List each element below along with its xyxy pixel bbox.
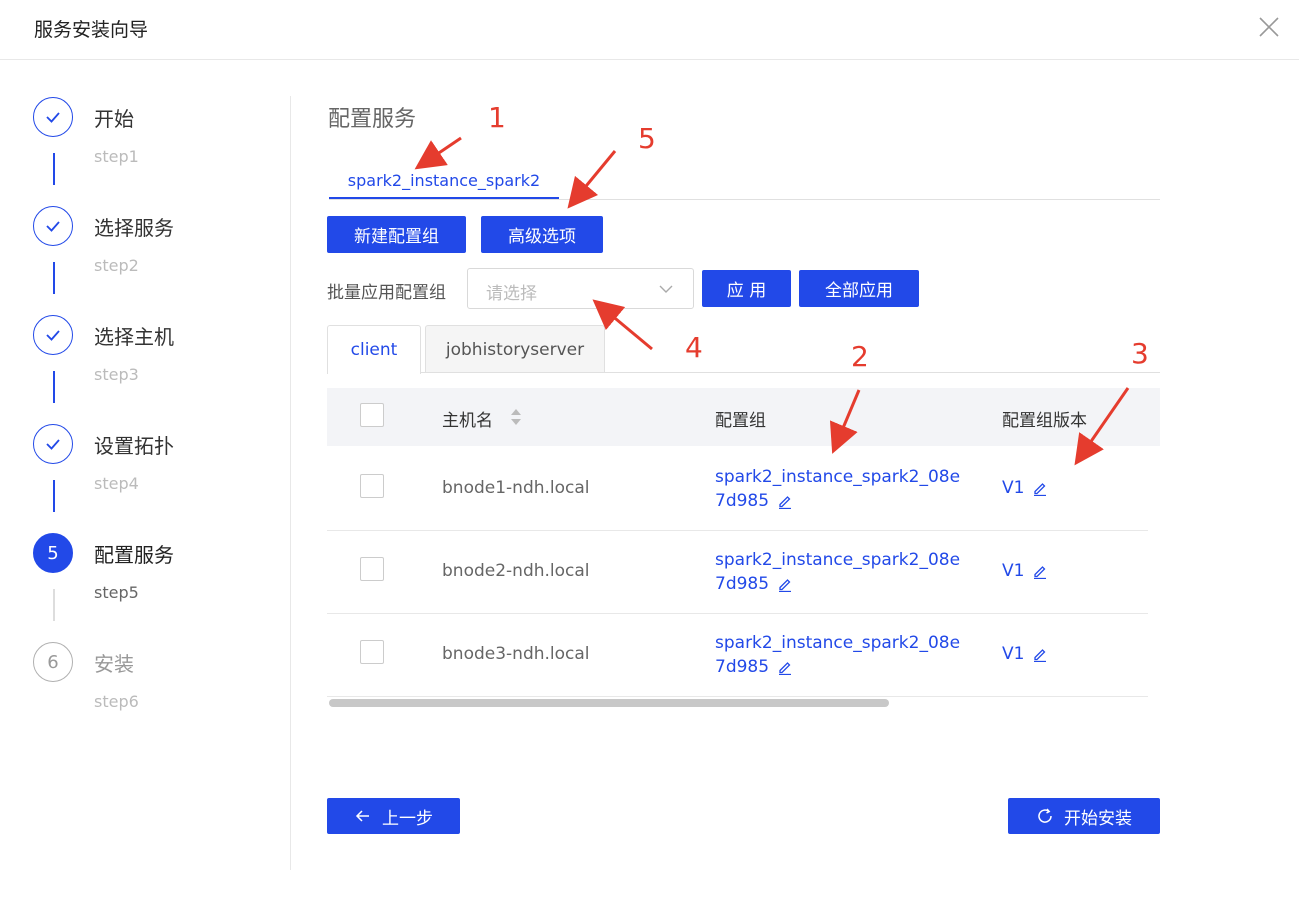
- annotation-arrow-4: [592, 299, 653, 351]
- annotation-label-4: 4: [685, 331, 703, 364]
- annotation-label-3: 3: [1131, 337, 1149, 370]
- annotation-arrow-3: [1074, 387, 1130, 466]
- annotation-label-2: 2: [851, 340, 869, 373]
- annotation-label-5: 5: [638, 122, 656, 155]
- annotation-arrow-1: [414, 136, 462, 170]
- annotation-arrow-2: [829, 389, 861, 454]
- annotation-label-1: 1: [488, 101, 506, 134]
- annotation-arrow-5: [567, 150, 617, 209]
- tab-client[interactable]: client: [327, 325, 421, 374]
